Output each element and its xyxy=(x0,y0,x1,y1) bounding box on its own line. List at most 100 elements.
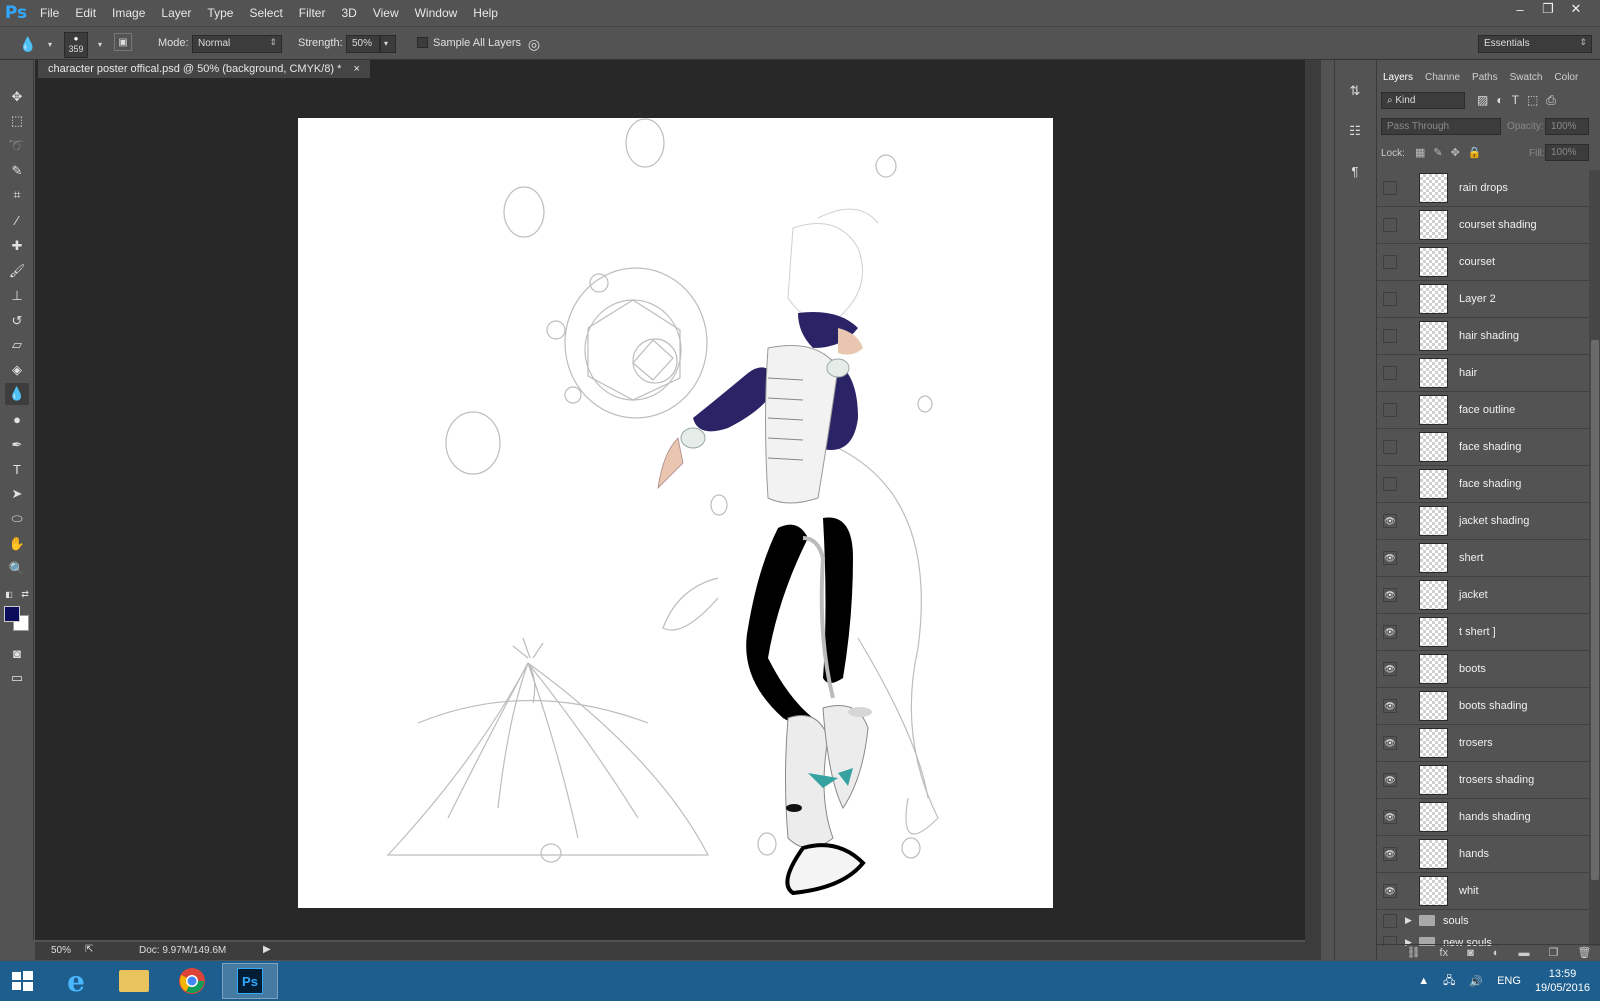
layer-row[interactable]: 👁 hands shading xyxy=(1377,799,1589,836)
healing-icon[interactable]: ✚ xyxy=(5,235,29,257)
visibility-toggle[interactable] xyxy=(1383,329,1397,343)
crop-icon[interactable]: ⌗ xyxy=(5,184,29,206)
path-select-icon[interactable]: ➤ xyxy=(5,483,29,505)
lasso-icon[interactable]: ➰ xyxy=(5,135,29,157)
layer-row[interactable]: hair xyxy=(1377,355,1589,392)
visibility-toggle[interactable] xyxy=(1383,255,1397,269)
pressure-icon[interactable]: ◎ xyxy=(524,34,544,54)
layer-row[interactable]: courset shading xyxy=(1377,207,1589,244)
visibility-toggle[interactable] xyxy=(1383,403,1397,417)
layer-name[interactable]: hands xyxy=(1459,848,1489,860)
menu-select[interactable]: Select xyxy=(241,0,290,26)
tab-color[interactable]: Color xyxy=(1548,70,1584,88)
play-icon[interactable]: ▶ xyxy=(263,944,271,955)
history-brush-icon[interactable]: ↺ xyxy=(5,310,29,332)
close-tab-icon[interactable]: × xyxy=(353,63,359,75)
menu-help[interactable]: Help xyxy=(465,0,506,26)
tray-expand-icon[interactable]: ▲ xyxy=(1418,975,1429,987)
sample-all-layers-checkbox[interactable] xyxy=(417,37,428,48)
layer-row[interactable]: 👁 boots xyxy=(1377,651,1589,688)
layer-row[interactable]: courset xyxy=(1377,244,1589,281)
visibility-toggle[interactable] xyxy=(1383,366,1397,380)
eyedropper-icon[interactable]: ⁄ xyxy=(5,209,29,231)
layer-name[interactable]: hair shading xyxy=(1459,330,1519,342)
layer-name[interactable]: jacket shading xyxy=(1459,515,1529,527)
kind-filter-select[interactable]: ⌕ Kind xyxy=(1381,92,1465,109)
zoom-icon[interactable]: 🔍 xyxy=(5,558,29,580)
menu-image[interactable]: Image xyxy=(104,0,153,26)
blur-icon[interactable]: 💧 xyxy=(5,383,29,405)
paint-bucket-icon[interactable]: ◈ xyxy=(5,359,29,381)
menu-layer[interactable]: Layer xyxy=(153,0,199,26)
language-indicator[interactable]: ENG xyxy=(1497,975,1521,987)
layer-row[interactable]: 👁 jacket shading xyxy=(1377,503,1589,540)
quick-mask-icon[interactable]: ◙ xyxy=(5,642,29,664)
visibility-toggle[interactable] xyxy=(1383,914,1397,928)
visibility-toggle[interactable] xyxy=(1383,440,1397,454)
mode-select[interactable]: Normal ⇕ xyxy=(192,35,282,53)
tab-paths[interactable]: Paths xyxy=(1466,70,1504,88)
link-layers-icon[interactable]: ⛓ xyxy=(1407,946,1421,959)
layer-name[interactable]: courset shading xyxy=(1459,219,1537,231)
add-mask-icon[interactable]: ◙ xyxy=(1467,947,1474,959)
layer-row[interactable]: 👁 shert xyxy=(1377,540,1589,577)
ellipse-icon[interactable]: ⬭ xyxy=(5,508,29,530)
visibility-toggle[interactable] xyxy=(1383,477,1397,491)
brush-icon[interactable]: 🖌 xyxy=(5,260,29,282)
export-icon[interactable]: ⇱ xyxy=(85,944,93,955)
minimize-button[interactable]: ‒ xyxy=(1506,0,1534,18)
layers-scrollbar[interactable] xyxy=(1589,170,1600,946)
eye-icon[interactable]: 👁 xyxy=(1383,810,1397,824)
tab-channels[interactable]: Channe xyxy=(1419,70,1466,88)
type-icon[interactable]: T xyxy=(5,458,29,480)
swap-colors-icon[interactable]: ⇄ xyxy=(19,588,31,600)
eye-icon[interactable]: 👁 xyxy=(1383,514,1397,528)
opacity-input[interactable]: 100% xyxy=(1545,118,1589,135)
layer-row[interactable]: Layer 2 xyxy=(1377,281,1589,318)
stamp-icon[interactable]: ⊥ xyxy=(5,285,29,307)
new-layer-icon[interactable]: ❐ xyxy=(1549,946,1559,959)
layer-name[interactable]: boots xyxy=(1459,663,1486,675)
eye-icon[interactable]: 👁 xyxy=(1383,699,1397,713)
tab-swatches[interactable]: Swatch xyxy=(1504,70,1549,88)
eye-icon[interactable]: 👁 xyxy=(1383,847,1397,861)
brush-panel-icon[interactable]: ▣ xyxy=(114,33,132,51)
trash-icon[interactable]: 🗑 xyxy=(1577,946,1591,959)
foreground-color-swatch[interactable] xyxy=(4,606,20,622)
tab-layers[interactable]: Layers xyxy=(1377,70,1420,88)
layer-name[interactable]: shert xyxy=(1459,552,1483,564)
layer-name[interactable]: trosers shading xyxy=(1459,774,1534,786)
group-name[interactable]: souls xyxy=(1443,915,1469,927)
chrome-icon[interactable] xyxy=(164,963,220,999)
screen-mode-icon[interactable]: ▭ xyxy=(5,667,29,689)
eye-icon[interactable]: 👁 xyxy=(1383,588,1397,602)
file-explorer-icon[interactable] xyxy=(106,963,162,999)
pixel-filter-icon[interactable]: ▨ xyxy=(1477,93,1488,108)
layers-scroll-thumb[interactable] xyxy=(1591,340,1599,880)
strength-dropdown[interactable]: ▾ xyxy=(380,35,396,53)
brush-size-picker[interactable]: ● 359 xyxy=(64,32,88,58)
adjustment-layer-icon[interactable]: ◐ xyxy=(1493,947,1500,959)
menu-file[interactable]: File xyxy=(32,0,67,26)
lock-transparent-icon[interactable]: ▦ xyxy=(1415,146,1425,159)
restore-button[interactable]: ❐ xyxy=(1534,0,1562,18)
strength-input[interactable]: 50% xyxy=(346,35,380,53)
quick-select-icon[interactable]: ✎ xyxy=(5,160,29,182)
photoshop-taskbar-icon[interactable]: Ps xyxy=(222,963,278,999)
blend-mode-select[interactable]: Pass Through xyxy=(1381,118,1501,135)
zoom-level[interactable]: 50% xyxy=(51,945,71,956)
properties-icon[interactable]: ☷ xyxy=(1342,118,1368,144)
clock[interactable]: 13:59 19/05/2016 xyxy=(1535,967,1590,995)
document-vertical-scrollbar[interactable] xyxy=(1305,60,1321,960)
internet-explorer-icon[interactable]: e xyxy=(48,963,104,999)
layer-name[interactable]: whit xyxy=(1459,885,1479,897)
layer-name[interactable]: face shading xyxy=(1459,478,1521,490)
eye-icon[interactable]: 👁 xyxy=(1383,662,1397,676)
fx-icon[interactable]: fx xyxy=(1440,947,1449,959)
eye-icon[interactable]: 👁 xyxy=(1383,884,1397,898)
document-tab[interactable]: character poster offical.psd @ 50% (back… xyxy=(38,60,370,78)
layer-row[interactable]: face shading xyxy=(1377,429,1589,466)
adjustment-filter-icon[interactable]: ◐ xyxy=(1496,93,1503,108)
menu-window[interactable]: Window xyxy=(407,0,466,26)
layer-group-row[interactable]: ▶ souls xyxy=(1377,910,1589,932)
